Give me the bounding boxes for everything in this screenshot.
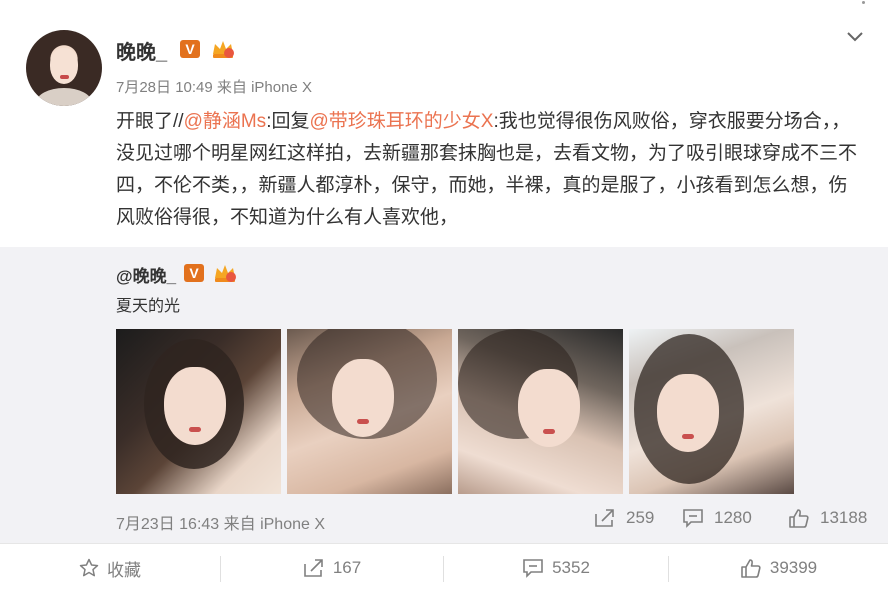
like-count: 39399: [769, 558, 818, 577]
repost-share-stat[interactable]: 259: [594, 508, 654, 528]
vip-badge-icon[interactable]: V: [184, 264, 204, 282]
comment-button[interactable]: 5352: [444, 544, 668, 592]
post-meta: 7月28日 10:49 来自 iPhone X: [116, 79, 312, 96]
corner-dot: [862, 1, 865, 4]
photo-thumbnail[interactable]: [116, 329, 281, 494]
author-name[interactable]: 晚晚_: [116, 36, 167, 65]
photo-thumbnail[interactable]: [629, 329, 794, 494]
post-text: 开眼了//@静涵Ms:回复@带珍珠耳环的少女X:我也觉得很伤风败俗，穿衣服要分场…: [116, 106, 866, 234]
mention-link[interactable]: @带珍珠耳环的少女X: [309, 111, 493, 132]
repost-author[interactable]: @晚晚_: [116, 262, 176, 287]
mention-link[interactable]: @静涵Ms: [184, 111, 267, 132]
share-count: 259: [626, 508, 655, 527]
comment-icon: [523, 559, 543, 578]
avatar-body: [36, 88, 92, 106]
share-icon: [595, 509, 614, 527]
thumbs-up-icon: [741, 559, 761, 578]
repost-text: 夏天的光: [116, 298, 181, 315]
thumbs-up-icon: [789, 509, 809, 528]
star-icon: [79, 558, 99, 577]
forward-count: 167: [332, 558, 362, 577]
repost-meta: 7月23日 16:43 来自 iPhone X: [116, 516, 326, 533]
repost-like-stat[interactable]: 13188: [788, 508, 867, 528]
comment-count: 1280: [714, 508, 752, 527]
post-text-intro: 开眼了//: [116, 111, 184, 132]
level-crown-icon[interactable]: [210, 38, 236, 60]
level-crown-icon[interactable]: [212, 262, 238, 284]
like-count: 13188: [820, 508, 868, 527]
action-bar: 收藏 167 5352 39399: [0, 543, 888, 592]
photo-thumbnail[interactable]: [458, 329, 623, 494]
photo-thumbnail[interactable]: [287, 329, 452, 494]
comment-count: 5352: [552, 558, 590, 577]
favorite-label: 收藏: [107, 560, 141, 580]
vip-badge-icon[interactable]: V: [180, 40, 200, 58]
favorite-button[interactable]: 收藏: [0, 544, 220, 592]
avatar[interactable]: [26, 30, 102, 106]
chevron-down-icon[interactable]: [846, 30, 864, 44]
reply-word: :回复: [266, 111, 310, 132]
comment-icon: [683, 509, 703, 528]
repost-comment-stat[interactable]: 1280: [682, 508, 752, 528]
forward-button[interactable]: 167: [221, 544, 443, 592]
like-button[interactable]: 39399: [669, 544, 888, 592]
avatar-lips: [60, 75, 69, 79]
share-icon: [304, 559, 323, 577]
